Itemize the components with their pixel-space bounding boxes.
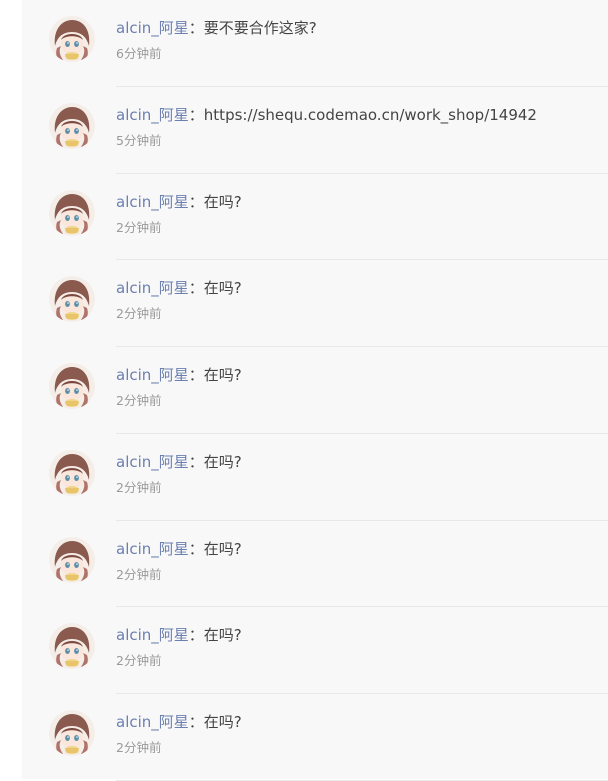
message-time: 2分钟前: [116, 740, 162, 755]
username-link[interactable]: alcin_阿星: [116, 279, 189, 297]
message-text: 要不要合作这家?: [203, 19, 317, 37]
separator: ：: [188, 713, 204, 731]
message-line: alcin_阿星：要不要合作这家?: [116, 18, 317, 38]
message-text: 在吗?: [203, 366, 242, 384]
user-avatar[interactable]: [49, 449, 95, 496]
message-link[interactable]: https://shequ.codemao.cn/work_shop/14942: [204, 106, 537, 124]
message-item: alcin_阿星：在吗? 2分钟前: [22, 260, 608, 347]
anime-girl-avatar-icon: [49, 363, 95, 409]
separator: ：: [188, 626, 204, 645]
message-time: 2分钟前: [116, 219, 162, 235]
user-avatar[interactable]: [49, 623, 95, 670]
anime-girl-avatar-icon: [49, 16, 95, 62]
message-text: 在吗?: [203, 279, 242, 298]
message-item: alcin_阿星：在吗? 2分钟前: [22, 521, 608, 608]
message-text: 在吗?: [203, 713, 242, 731]
username-link[interactable]: alcin_阿星: [116, 626, 189, 644]
message-item: alcin_阿星：https://shequ.codemao.cn/work_s…: [22, 87, 608, 174]
username-link[interactable]: alcin_阿星: [116, 193, 189, 211]
message-text: 在吗?: [203, 452, 242, 471]
message-item: alcin_阿星：在吗? 2分钟前: [22, 694, 608, 781]
message-line: alcin_阿星：https://shequ.codemao.cn/work_s…: [116, 105, 537, 125]
message-line: alcin_阿星：在吗?: [116, 625, 242, 645]
username-link[interactable]: alcin_阿星: [116, 19, 189, 37]
username-link[interactable]: alcin_阿星: [116, 713, 189, 731]
username-link[interactable]: alcin_阿星: [116, 453, 189, 471]
message-item: alcin_阿星：在吗? 2分钟前: [22, 434, 608, 521]
message-time: 2分钟前: [116, 653, 162, 669]
message-list: alcin_阿星：要不要合作这家? 6分钟前 alcin_阿星：https://…: [22, 0, 608, 781]
message-line: alcin_阿星：在吗?: [116, 365, 242, 385]
message-time: 6分钟前: [116, 46, 162, 61]
message-item: alcin_阿星：在吗? 2分钟前: [22, 174, 608, 261]
message-item: alcin_阿星：要不要合作这家? 6分钟前: [22, 0, 608, 87]
anime-girl-avatar-icon: [49, 710, 95, 756]
user-avatar[interactable]: [49, 363, 95, 409]
user-avatar[interactable]: [49, 710, 95, 756]
separator: ：: [188, 452, 204, 471]
message-text: 在吗?: [203, 626, 242, 645]
message-text: 在吗?: [203, 192, 242, 211]
separator: ：: [188, 279, 204, 298]
anime-girl-avatar-icon: [49, 276, 95, 323]
separator: ：: [188, 539, 204, 558]
user-avatar[interactable]: [49, 536, 95, 583]
message-item: alcin_阿星：在吗? 2分钟前: [22, 607, 608, 694]
message-line: alcin_阿星：在吗?: [116, 452, 242, 472]
username-link[interactable]: alcin_阿星: [116, 366, 189, 384]
separator: ：: [188, 366, 204, 384]
anime-girl-avatar-icon: [49, 623, 95, 670]
username-link[interactable]: alcin_阿星: [116, 106, 189, 124]
separator: ：: [188, 105, 204, 124]
user-avatar[interactable]: [49, 189, 95, 236]
message-time: 5分钟前: [116, 132, 162, 148]
anime-girl-avatar-icon: [49, 189, 95, 236]
message-time: 2分钟前: [116, 393, 162, 408]
username-link[interactable]: alcin_阿星: [116, 540, 189, 558]
message-time: 2分钟前: [116, 566, 162, 582]
message-text: 在吗?: [203, 539, 242, 558]
message-time: 2分钟前: [116, 306, 162, 322]
message-line: alcin_阿星：在吗?: [116, 192, 242, 212]
anime-girl-avatar-icon: [49, 102, 95, 149]
anime-girl-avatar-icon: [49, 536, 95, 583]
message-line: alcin_阿星：在吗?: [116, 278, 242, 298]
message-panel: alcin_阿星：要不要合作这家? 6分钟前 alcin_阿星：https://…: [22, 0, 608, 781]
separator: ：: [188, 192, 204, 211]
user-avatar[interactable]: [49, 102, 95, 149]
message-item: alcin_阿星：在吗? 2分钟前: [22, 347, 608, 434]
message-time: 2分钟前: [116, 479, 162, 495]
message-line: alcin_阿星：在吗?: [116, 712, 242, 732]
message-line: alcin_阿星：在吗?: [116, 539, 242, 559]
user-avatar[interactable]: [49, 16, 95, 62]
user-avatar[interactable]: [49, 276, 95, 323]
separator: ：: [188, 19, 204, 37]
anime-girl-avatar-icon: [49, 449, 95, 496]
